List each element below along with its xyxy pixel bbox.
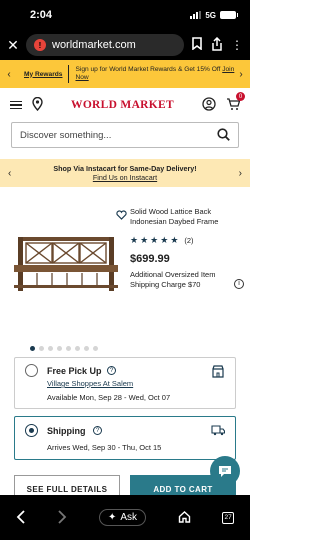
carousel-dot[interactable] — [30, 346, 35, 351]
ai-sparkle-icon: ✦ — [107, 512, 117, 523]
carousel-dot[interactable] — [84, 346, 89, 351]
pickup-availability: Available Mon, Sep 28 - Wed, Oct 07 — [47, 393, 171, 402]
help-icon[interactable]: ? — [93, 426, 102, 435]
carousel-dot[interactable] — [93, 346, 98, 351]
star-icon: ★ — [150, 235, 159, 245]
status-bar: 2:04 5G — [0, 0, 250, 30]
carousel-dot[interactable] — [39, 346, 44, 351]
share-icon[interactable] — [210, 36, 224, 54]
search-bar — [11, 122, 239, 148]
cart-icon[interactable]: 0 — [226, 92, 245, 113]
carousel-dot[interactable] — [75, 346, 80, 351]
rewards-banner: ‹ My Rewards Sign up for World Market Re… — [0, 60, 250, 88]
info-icon[interactable]: i — [234, 279, 244, 289]
site-header: WORLD MARKET 0 — [0, 88, 250, 122]
instacart-banner: ‹ Shop Via Instacart for Same-Day Delive… — [0, 159, 250, 187]
shipping-option[interactable]: Shipping ? Arrives Wed, Sep 30 - Thu, Oc… — [14, 416, 236, 460]
network-label: 5G — [205, 10, 216, 20]
signal-icon — [190, 11, 202, 19]
search-icon[interactable] — [217, 127, 230, 143]
shipping-note: Additional Oversized Item Shipping Charg… — [130, 270, 216, 289]
product-info: Solid Wood Lattice Back Indonesian Daybe… — [130, 207, 240, 289]
chat-button[interactable] — [210, 456, 240, 486]
divider — [68, 65, 70, 83]
shipping-radio[interactable] — [25, 424, 38, 437]
product-image[interactable] — [12, 229, 120, 295]
product-section: Solid Wood Lattice Back Indonesian Daybe… — [0, 187, 250, 307]
status-time: 2:04 — [30, 9, 53, 21]
pickup-store-link[interactable]: Village Shoppes At Salem — [47, 379, 133, 388]
browser-bottom-nav: ✦ Ask 27 — [0, 495, 250, 540]
tabs-button[interactable]: 27 — [222, 511, 235, 524]
chevron-right-icon[interactable]: › — [236, 69, 246, 80]
review-count[interactable]: (2) — [184, 236, 193, 245]
pickup-radio[interactable] — [25, 364, 38, 377]
world-market-logo[interactable]: WORLD MARKET — [53, 99, 192, 111]
battery-icon — [220, 11, 238, 19]
rewards-message: Sign up for World Market Rewards & Get 1… — [75, 66, 221, 73]
heart-icon[interactable] — [116, 210, 127, 222]
bookmark-icon[interactable] — [190, 37, 204, 53]
pickup-label: Free Pick Up — [47, 366, 102, 376]
truck-icon — [211, 425, 226, 438]
chevron-left-icon[interactable]: ‹ — [4, 69, 14, 80]
close-icon[interactable]: ✕ — [6, 37, 20, 54]
browser-toolbar: ✕ ! worldmarket.com ⋮ — [0, 30, 250, 60]
rewards-text: Sign up for World Market Rewards & Get 1… — [75, 66, 236, 82]
instacart-text: Shop Via Instacart for Same-Day Delivery… — [11, 164, 238, 182]
star-icon: ★ — [130, 235, 139, 245]
account-icon[interactable] — [202, 97, 216, 113]
image-carousel-dots[interactable] — [30, 346, 98, 351]
carousel-dot[interactable] — [48, 346, 53, 351]
ask-label: Ask — [120, 512, 137, 523]
pickup-option[interactable]: Free Pick Up ? Village Shoppes At Salem … — [14, 357, 236, 409]
menu-icon[interactable] — [10, 100, 22, 110]
url-bar[interactable]: ! worldmarket.com — [26, 34, 184, 56]
my-rewards-link[interactable]: My Rewards — [24, 71, 62, 78]
star-icon: ★ — [140, 235, 149, 245]
ask-button[interactable]: ✦ Ask — [98, 509, 146, 526]
home-icon[interactable] — [178, 510, 191, 525]
url-text: worldmarket.com — [52, 39, 136, 51]
carousel-dot[interactable] — [57, 346, 62, 351]
instacart-link[interactable]: Find Us on Instacart — [11, 173, 238, 182]
shipping-arrival: Arrives Wed, Sep 30 - Thu, Oct 15 — [47, 443, 162, 452]
shipping-label: Shipping — [47, 426, 86, 436]
cart-count-badge: 0 — [236, 92, 245, 101]
site-alert-icon[interactable]: ! — [34, 39, 46, 51]
carousel-dot[interactable] — [66, 346, 71, 351]
chevron-right-icon[interactable]: › — [239, 168, 242, 179]
store-pickup-icon — [211, 364, 225, 380]
more-options-icon[interactable]: ⋮ — [230, 38, 244, 52]
location-icon[interactable] — [32, 96, 43, 113]
search-input[interactable] — [20, 129, 190, 141]
product-title: Solid Wood Lattice Back Indonesian Daybe… — [130, 207, 219, 226]
star-icon: ★ — [170, 235, 179, 245]
product-price: $699.99 — [130, 253, 170, 265]
back-icon[interactable] — [16, 509, 26, 526]
star-rating[interactable]: ★ ★ ★ ★ ★ (2) — [130, 235, 240, 246]
status-indicators: 5G — [190, 10, 238, 20]
help-icon[interactable]: ? — [107, 366, 116, 375]
star-icon: ★ — [160, 235, 169, 245]
instacart-title: Shop Via Instacart for Same-Day Delivery… — [53, 164, 197, 173]
forward-icon[interactable] — [57, 509, 67, 526]
